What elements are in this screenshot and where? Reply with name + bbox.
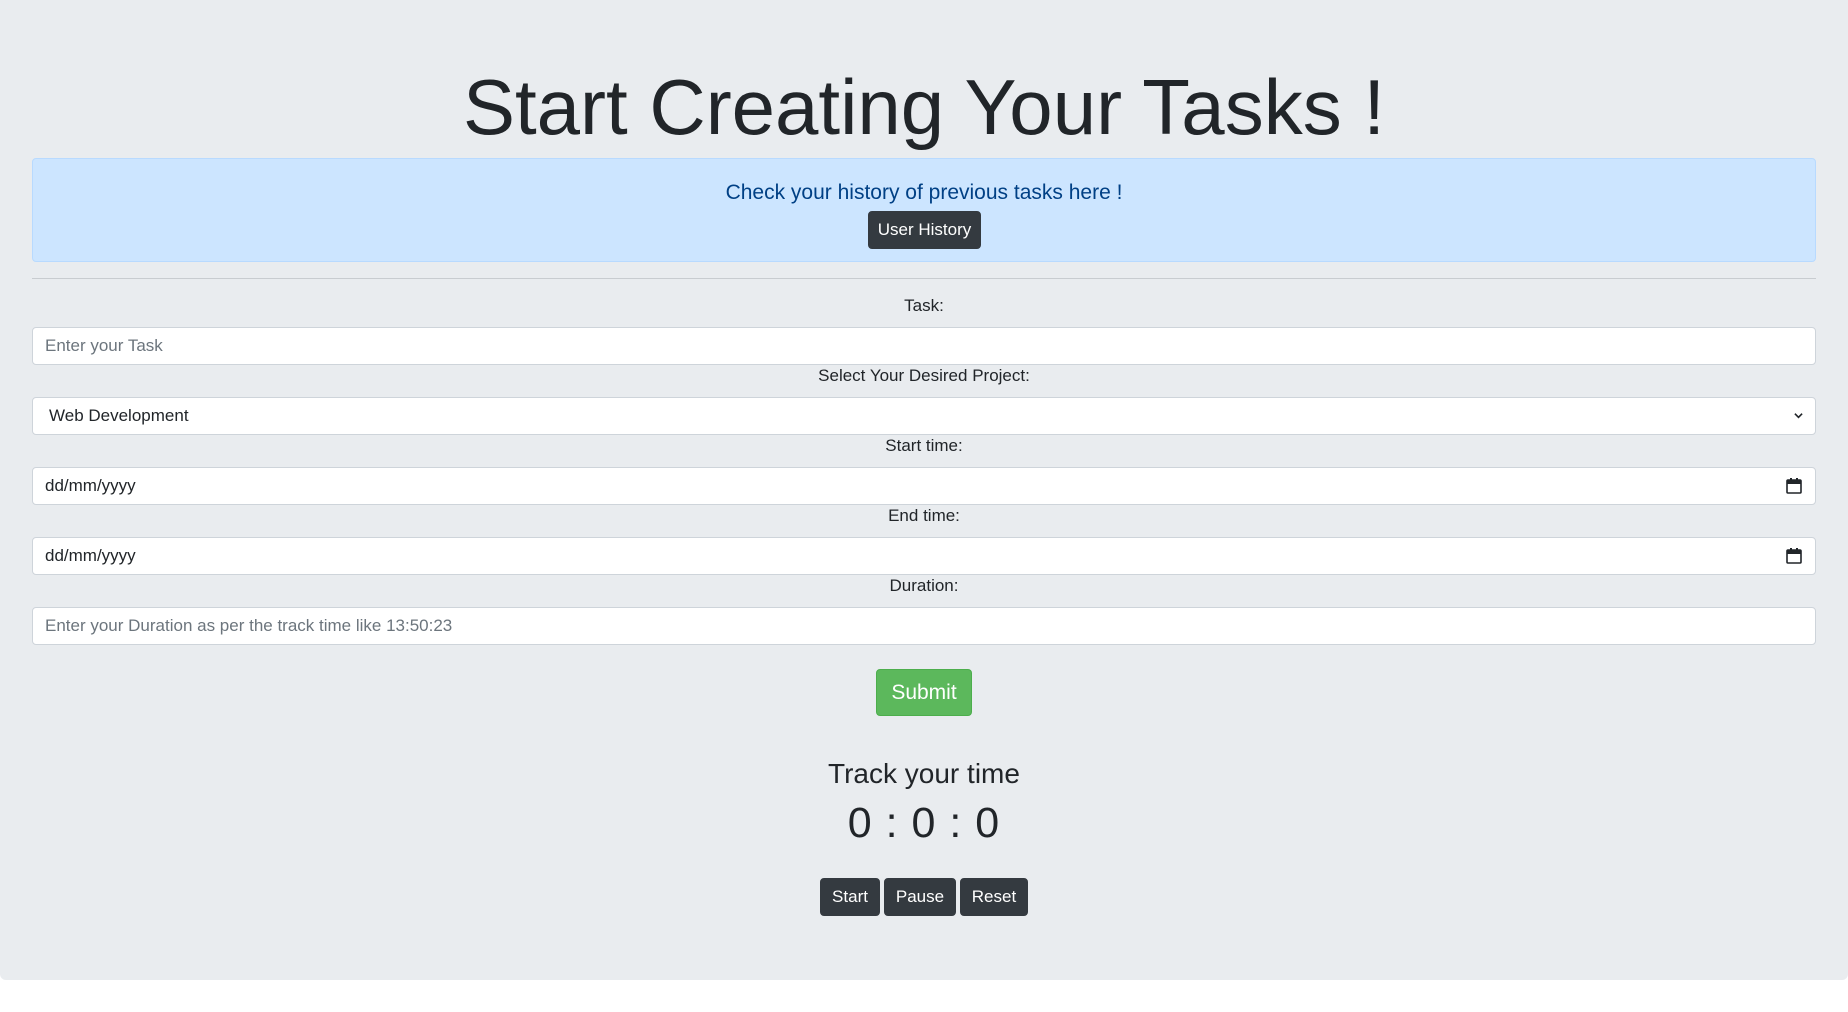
project-label: Select Your Desired Project:	[818, 366, 1030, 385]
timer-controls: Start Pause Reset	[32, 878, 1816, 916]
main-jumbotron: Start Creating Your Tasks ! Check your h…	[0, 0, 1848, 980]
divider	[32, 278, 1816, 279]
end-time-value: dd/mm/yyyy	[45, 546, 136, 565]
end-time-label: End time:	[888, 506, 960, 525]
history-alert: Check your history of previous tasks her…	[32, 158, 1816, 262]
end-time-input[interactable]: dd/mm/yyyy	[32, 537, 1816, 575]
user-history-button[interactable]: User History	[868, 211, 981, 249]
start-time-input[interactable]: dd/mm/yyyy	[32, 467, 1816, 505]
duration-label: Duration:	[889, 576, 959, 595]
duration-input-placeholder: Enter your Duration as per the track tim…	[45, 616, 453, 635]
task-input[interactable]: Enter your Task	[32, 327, 1816, 365]
tracker-heading: Track your time	[828, 758, 1020, 789]
calendar-icon[interactable]	[1785, 547, 1803, 565]
project-select-value: Web Development	[49, 406, 189, 425]
chevron-down-icon	[1794, 413, 1803, 419]
submit-button[interactable]: Submit	[876, 669, 972, 716]
project-select[interactable]: Web Development	[32, 397, 1816, 435]
task-input-placeholder: Enter your Task	[45, 336, 163, 355]
start-button[interactable]: Start	[820, 878, 880, 916]
pause-button[interactable]: Pause	[884, 878, 956, 916]
calendar-icon[interactable]	[1785, 477, 1803, 495]
task-label: Task:	[904, 296, 944, 315]
duration-input[interactable]: Enter your Duration as per the track tim…	[32, 607, 1816, 645]
start-time-label: Start time:	[885, 436, 963, 455]
page-title: Start Creating Your Tasks !	[462, 63, 1386, 151]
timer-display: 0 : 0 : 0	[847, 799, 1001, 847]
reset-button[interactable]: Reset	[960, 878, 1028, 916]
start-time-value: dd/mm/yyyy	[45, 476, 136, 495]
history-alert-text: Check your history of previous tasks her…	[725, 181, 1123, 204]
